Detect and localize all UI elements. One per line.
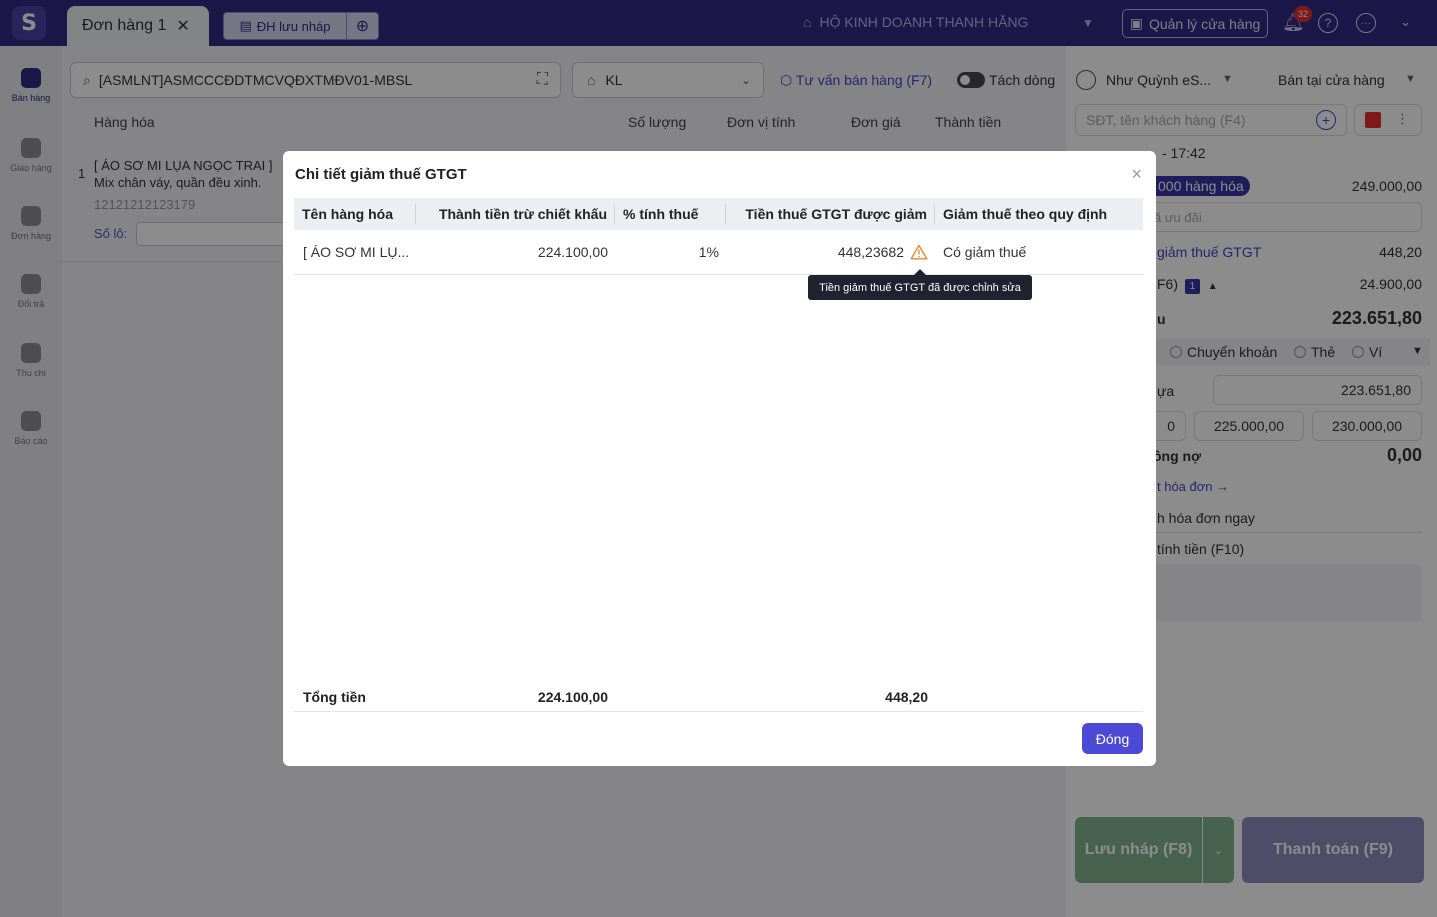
header-reduction-rule: Giảm thuế theo quy định: [943, 206, 1108, 222]
vat-reduction-dialog: Chi tiết giảm thuế GTGT × Tên hàng hóa T…: [283, 151, 1156, 766]
dialog-title: Chi tiết giảm thuế GTGT: [295, 166, 467, 183]
cell-tax-rate: 1%: [698, 244, 719, 260]
column-divider: [614, 204, 615, 224]
footer-total-label: Tổng tiền: [303, 689, 366, 705]
table-header: Tên hàng hóa Thành tiền trừ chiết khấu %…: [294, 198, 1143, 230]
footer-vat-total: 448,20: [885, 689, 928, 705]
header-product-name: Tên hàng hóa: [302, 206, 393, 222]
cell-vat-reduced: 448,23682: [837, 244, 904, 260]
header-tax-rate: % tính thuế: [623, 206, 699, 222]
footer-divider: [294, 711, 1143, 712]
warning-tooltip: Tiền giảm thuế GTGT đã được chỉnh sửa: [808, 269, 1032, 300]
cell-amount: 224.100,00: [537, 244, 608, 260]
footer-amount-total: 224.100,00: [537, 689, 608, 705]
header-vat-reduced: Tiền thuế GTGT được giảm: [745, 206, 927, 222]
cell-reduction-rule: Có giảm thuế: [943, 244, 1027, 260]
close-button[interactable]: Đóng: [1082, 723, 1143, 754]
close-icon[interactable]: ×: [1131, 164, 1142, 185]
header-amount-after-discount: Thành tiền trừ chiết khấu: [438, 206, 607, 222]
column-divider: [934, 204, 935, 224]
cell-product-name: [ ÁO SƠ MI LỤ...: [303, 244, 410, 260]
warning-icon[interactable]: [910, 244, 928, 260]
